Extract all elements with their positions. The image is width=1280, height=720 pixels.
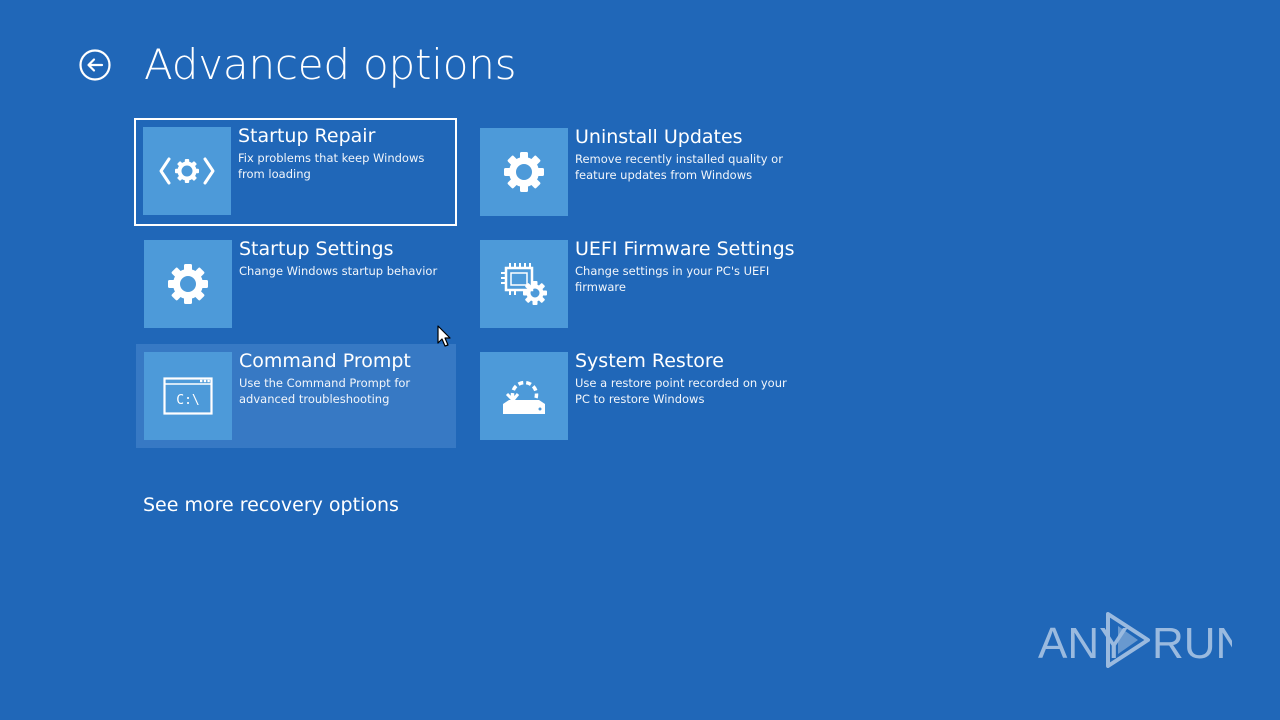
option-title: Uninstall Updates — [575, 126, 743, 148]
gear-icon — [168, 264, 208, 304]
option-description: Use the Command Prompt for advanced trou… — [239, 376, 411, 406]
option-description: Change settings in your PC's UEFI firmwa… — [575, 264, 770, 294]
option-title: UEFI Firmware Settings — [575, 238, 795, 260]
option-description: Fix problems that keep Windows from load… — [238, 151, 425, 181]
option-title: Startup Settings — [239, 238, 394, 260]
option-uninstall-updates[interactable]: Uninstall Updates Remove recently instal… — [472, 120, 792, 224]
startup-repair-icon — [159, 157, 215, 185]
option-startup-settings[interactable]: Startup Settings Change Windows startup … — [136, 232, 456, 336]
option-description: Use a restore point recorded on your PC … — [575, 376, 787, 406]
system-restore-icon — [503, 380, 545, 414]
gear-icon — [504, 152, 544, 192]
startup-settings-icon-tile — [144, 240, 232, 328]
anyrun-logo-icon: ANY RUN — [1038, 612, 1247, 668]
back-arrow-icon — [79, 49, 111, 81]
startup-repair-icon-tile — [143, 127, 231, 215]
mouse-cursor-icon — [437, 325, 451, 347]
option-title: Command Prompt — [239, 350, 411, 372]
firmware-chip-gear-icon — [501, 263, 547, 305]
command-prompt-icon-text: C:\ — [176, 393, 199, 408]
option-title: Startup Repair — [238, 125, 376, 147]
option-title: System Restore — [575, 350, 724, 372]
uninstall-updates-icon-tile — [480, 128, 568, 216]
page-title: Advanced options — [144, 40, 517, 89]
uefi-firmware-icon-tile — [480, 240, 568, 328]
back-button[interactable] — [79, 49, 111, 81]
anyrun-watermark: ANY RUN — [1038, 608, 1247, 672]
option-description: Remove recently installed quality or fea… — [575, 152, 783, 182]
option-description: Change Windows startup behavior — [239, 264, 438, 278]
option-command-prompt[interactable]: C:\ Command Prompt Use the Command Promp… — [136, 344, 456, 448]
watermark-text-right: RUN — [1152, 619, 1232, 668]
system-restore-icon-tile — [480, 352, 568, 440]
option-system-restore[interactable]: System Restore Use a restore point recor… — [472, 344, 792, 448]
option-uefi-firmware-settings[interactable]: UEFI Firmware Settings Change settings i… — [472, 232, 795, 336]
command-prompt-icon: C:\ — [163, 377, 213, 415]
see-more-recovery-options-link[interactable]: See more recovery options — [143, 492, 399, 518]
option-startup-repair[interactable]: Startup Repair Fix problems that keep Wi… — [134, 118, 457, 226]
command-prompt-icon-tile: C:\ — [144, 352, 232, 440]
